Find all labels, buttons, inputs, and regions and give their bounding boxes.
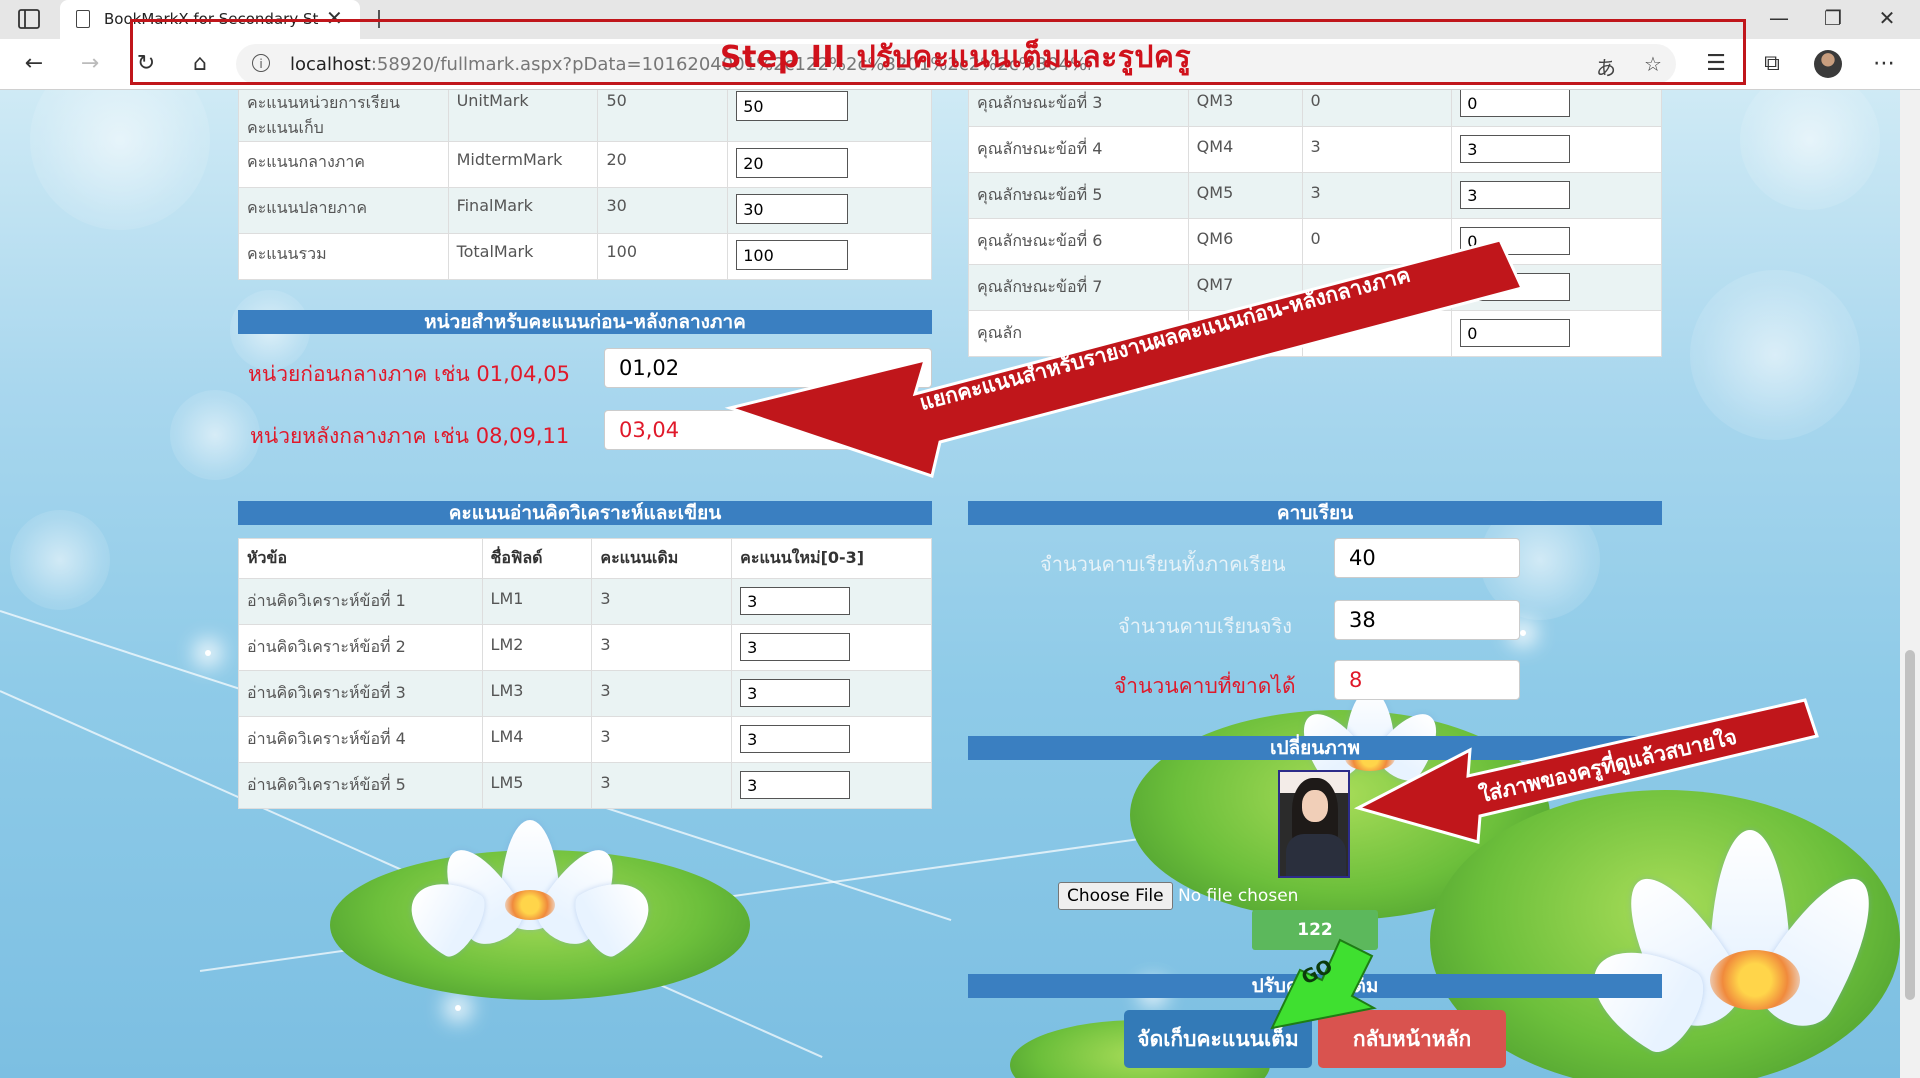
back-icon[interactable]: ← — [18, 48, 50, 80]
profile-avatar[interactable] — [1814, 50, 1842, 78]
tab-actions-icon[interactable] — [18, 9, 40, 29]
restore-icon[interactable]: ❐ — [1818, 6, 1848, 30]
close-window-icon[interactable]: ✕ — [1872, 6, 1902, 30]
page-content: คะแนนหน่วยการเรียน คะแนนเก็บ UnitMark 50… — [0, 90, 1900, 1078]
forward-icon[interactable]: → — [74, 48, 106, 80]
page-scrollbar[interactable] — [1900, 90, 1920, 1078]
collections-icon[interactable]: ⧉ — [1756, 48, 1788, 80]
annotation-arrows — [724, 238, 1819, 1030]
step-annotation-label: Step III ปรับคะแนนเต็มและรูปครู — [720, 40, 1192, 75]
minimize-icon[interactable]: — — [1764, 6, 1794, 30]
green-go-arrow — [1270, 938, 1377, 1030]
scrollbar-thumb[interactable] — [1905, 650, 1915, 1000]
page-icon — [76, 10, 90, 28]
more-menu-icon[interactable]: ⋯ — [1868, 48, 1900, 80]
